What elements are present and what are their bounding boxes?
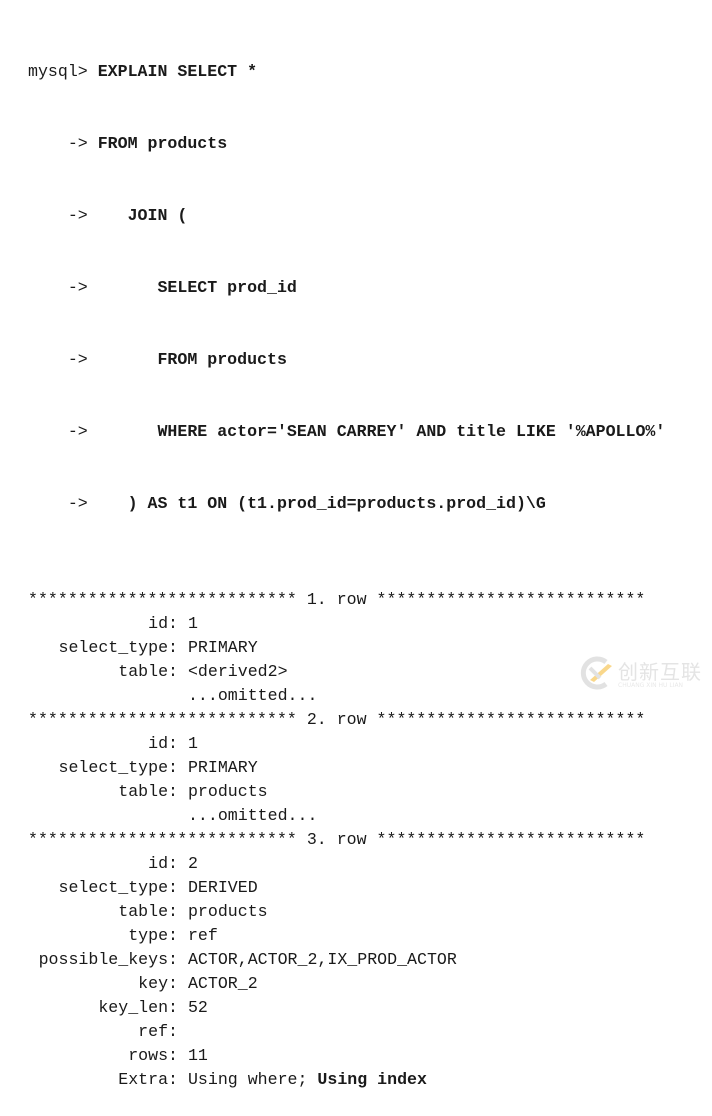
field-label: id: [148,614,178,633]
field-value: Using where; [187,1070,318,1089]
result-field: type: ref [28,924,665,948]
query-line: mysql> EXPLAIN SELECT * [28,60,665,84]
result-field: ref: [28,1020,665,1044]
continuation-prompt: -> [28,350,98,369]
field-value: PRIMARY [187,758,258,777]
field-value: <derived2> [187,662,288,681]
field-value: 1 [187,734,198,753]
result-field: possible_keys: ACTOR,ACTOR_2,IX_PROD_ACT… [28,948,665,972]
field-label: table: [118,902,178,921]
field-label: key_len: [98,998,178,1017]
result-field: select_type: PRIMARY [28,756,665,780]
query-text: FROM products [97,134,228,153]
mysql-prompt: mysql> [28,62,98,81]
mysql-console-output: mysql> EXPLAIN SELECT * -> FROM products… [28,12,665,1116]
query-line: -> FROM products [28,132,665,156]
query-text: WHERE actor='SEAN CARREY' AND title LIKE… [97,422,666,441]
field-label: id: [148,854,178,873]
field-value: 11 [187,1046,208,1065]
row-separator: *************************** 2. row *****… [28,710,646,729]
row-separator: *************************** 3. row *****… [28,830,646,849]
continuation-prompt: -> [28,422,98,441]
field-label: key: [138,974,178,993]
field-label: select_type: [58,878,179,897]
result-field: table: products [28,900,665,924]
result-field: key: ACTOR_2 [28,972,665,996]
result-field: id: 1 [28,732,665,756]
result-field: ...omitted... [28,684,665,708]
result-field: table: <derived2> [28,660,665,684]
field-value: 2 [187,854,198,873]
result-field: rows: 11 [28,1044,665,1068]
field-label: table: [118,662,178,681]
field-label: ref: [138,1022,178,1041]
query-line: -> ) AS t1 ON (t1.prod_id=products.prod_… [28,492,665,516]
watermark: 创新互联 CHUANG XIN HU LIAN [578,652,708,696]
field-label: type: [128,926,178,945]
query-line: -> FROM products [28,348,665,372]
field-value: 1 [187,614,198,633]
continuation-prompt: -> [28,494,98,513]
chuangxin-logo-icon [580,656,612,690]
query-text: JOIN ( [97,206,188,225]
query-line: -> JOIN ( [28,204,665,228]
field-value: ref [187,926,218,945]
field-label: id: [148,734,178,753]
result-field: id: 1 [28,612,665,636]
field-label: table: [118,782,178,801]
watermark-text: 创新互联 [618,660,702,684]
query-line: -> SELECT prod_id [28,276,665,300]
continuation-prompt: -> [28,206,98,225]
result-field: table: products [28,780,665,804]
row-separator: *************************** 1. row *****… [28,590,646,609]
query-line: -> WHERE actor='SEAN CARREY' AND title L… [28,420,666,444]
result-field: id: 2 [28,852,665,876]
field-value: DERIVED [187,878,258,897]
field-value: ACTOR_2 [187,974,258,993]
field-label: possible_keys: [38,950,178,969]
continuation-prompt: -> [28,278,98,297]
field-value: PRIMARY [187,638,258,657]
continuation-prompt: -> [28,134,98,153]
field-value: ...omitted... [187,806,318,825]
result-field: ...omitted... [28,804,665,828]
result-field: select_type: PRIMARY [28,636,665,660]
field-value: products [187,782,268,801]
field-value-emphasis: Using index [317,1070,427,1089]
watermark-subtext: CHUANG XIN HU LIAN [618,682,684,689]
explain-results: *************************** 1. row *****… [28,588,665,1092]
field-value: 52 [187,998,208,1017]
field-value: products [187,902,268,921]
query-text: EXPLAIN SELECT * [97,62,258,81]
result-field: Extra: Using where; Using index [28,1068,665,1092]
result-field: select_type: DERIVED [28,876,665,900]
field-label: select_type: [58,638,179,657]
query-text: SELECT prod_id [97,278,297,297]
query-text: ) AS t1 ON (t1.prod_id=products.prod_id)… [97,494,546,513]
field-label: rows: [128,1046,178,1065]
field-label: select_type: [58,758,179,777]
query-text: FROM products [97,350,287,369]
result-field: key_len: 52 [28,996,665,1020]
field-label: Extra: [118,1070,178,1089]
field-value: ACTOR,ACTOR_2,IX_PROD_ACTOR [187,950,457,969]
field-value: ...omitted... [187,686,318,705]
